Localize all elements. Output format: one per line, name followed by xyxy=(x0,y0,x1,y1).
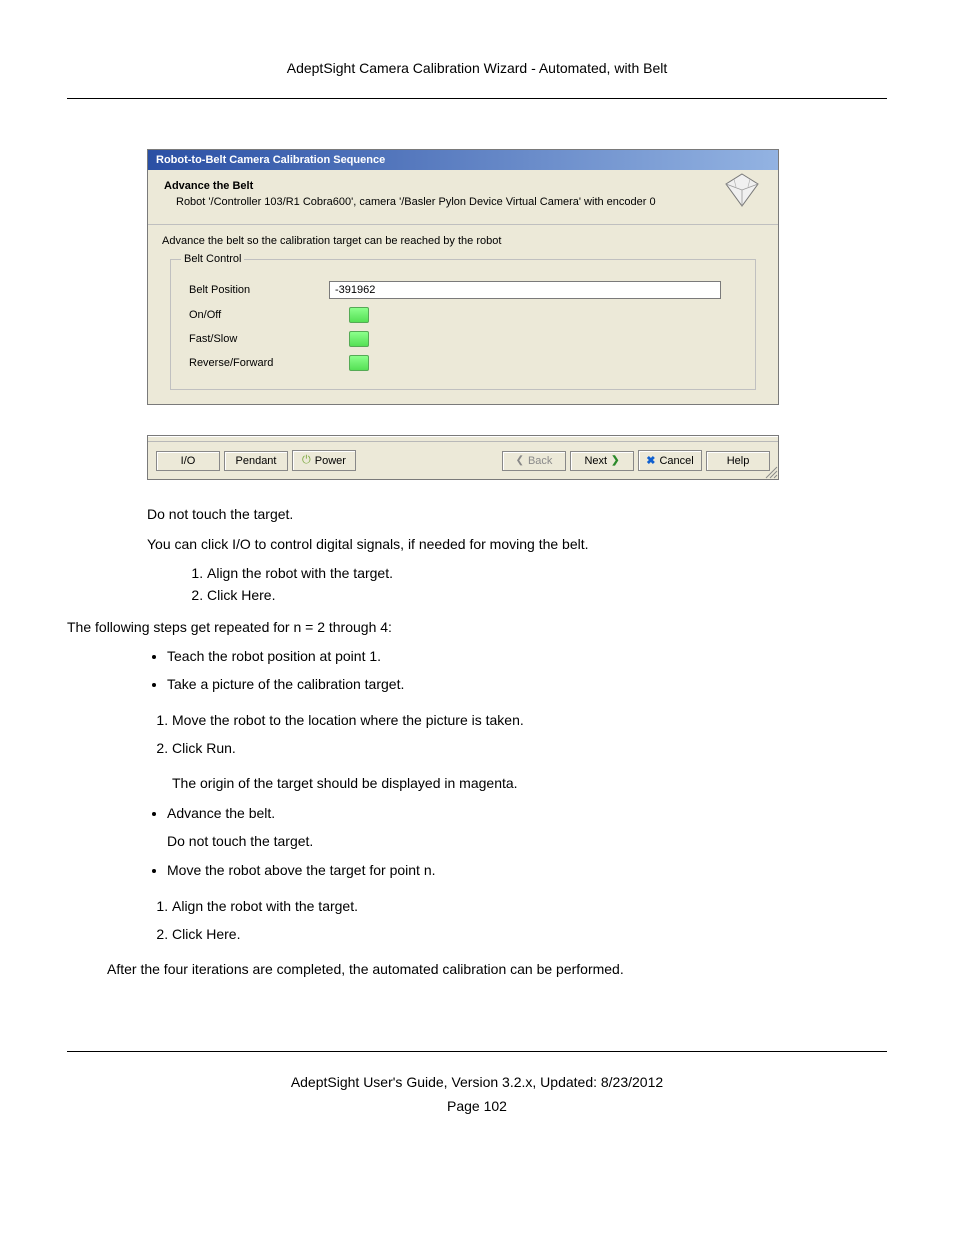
power-icon: ⏻ xyxy=(302,454,311,467)
bullet-list-3: Move the robot above the target for poin… xyxy=(67,860,887,882)
next-arrow-icon: ❯ xyxy=(611,455,619,466)
cancel-x-icon: ✖ xyxy=(646,454,655,467)
dialog-titlebar: Robot-to-Belt Camera Calibration Sequenc… xyxy=(148,150,778,170)
step-click-here-2: Click Here. xyxy=(172,924,887,946)
diamond-icon xyxy=(722,170,762,213)
bullet-list-2: Advance the belt. xyxy=(67,803,887,825)
li-move-above: Move the robot above the target for poin… xyxy=(167,860,887,882)
back-button[interactable]: ❮ Back xyxy=(502,451,566,471)
doc-section-full: The following steps get repeated for n =… xyxy=(67,617,887,981)
back-arrow-icon: ❮ xyxy=(516,455,524,466)
instruction-text: Advance the belt so the calibration targ… xyxy=(162,235,762,247)
p-after-four: After the four iterations are completed,… xyxy=(107,959,887,981)
move-above-steps: Align the robot with the target. Click H… xyxy=(152,896,887,945)
step-click-here: Click Here. xyxy=(207,585,887,607)
li-advance-belt: Advance the belt. xyxy=(167,803,887,825)
p-repeated: The following steps get repeated for n =… xyxy=(67,617,887,639)
header-rule xyxy=(67,98,887,99)
dialog-buttonbar-window: I/O Pendant ⏻ Power ❮ Back Next ❯ ✖ Canc… xyxy=(147,435,779,480)
help-button[interactable]: Help xyxy=(706,451,770,471)
resize-grip-icon[interactable] xyxy=(764,465,778,479)
dialog-window: Robot-to-Belt Camera Calibration Sequenc… xyxy=(147,149,779,405)
page-footer: AdeptSight User's Guide, Version 3.2.x, … xyxy=(67,1051,887,1114)
fastslow-label: Fast/Slow xyxy=(189,333,329,345)
footer-pagenum: Page 102 xyxy=(67,1098,887,1114)
cancel-button[interactable]: ✖ Cancel xyxy=(638,450,702,471)
step-align: Align the robot with the target. xyxy=(207,563,887,585)
page-header: AdeptSight Camera Calibration Wizard - A… xyxy=(67,60,887,90)
onoff-label: On/Off xyxy=(189,309,329,321)
p-do-not-touch: Do not touch the target. xyxy=(147,504,887,526)
separator xyxy=(148,224,778,225)
p-magenta: The origin of the target should be displ… xyxy=(172,773,887,795)
align-steps: Align the robot with the target. Click H… xyxy=(147,563,887,606)
li-teach: Teach the robot position at point 1. xyxy=(167,646,887,668)
onoff-indicator[interactable] xyxy=(349,307,369,323)
belt-control-legend: Belt Control xyxy=(181,253,244,265)
doc-section: Do not touch the target. You can click I… xyxy=(147,504,887,607)
footer-rule xyxy=(67,1051,887,1052)
power-button[interactable]: ⏻ Power xyxy=(292,450,356,471)
belt-position-input[interactable] xyxy=(329,281,721,299)
step-title: Advance the Belt xyxy=(164,180,764,192)
revfwd-indicator[interactable] xyxy=(349,355,369,371)
take-picture-steps: Move the robot to the location where the… xyxy=(152,710,887,759)
belt-control-fieldset: Belt Control Belt Position On/Off Fast/S… xyxy=(170,253,756,390)
p-click-io: You can click I/O to control digital sig… xyxy=(147,534,887,556)
p-dont-touch-2: Do not touch the target. xyxy=(167,831,887,853)
pendant-button[interactable]: Pendant xyxy=(224,451,288,471)
footer-guide: AdeptSight User's Guide, Version 3.2.x, … xyxy=(67,1074,887,1090)
step-click-run: Click Run. xyxy=(172,738,887,760)
belt-position-label: Belt Position xyxy=(189,284,329,296)
fastslow-indicator[interactable] xyxy=(349,331,369,347)
step-align-robot-2: Align the robot with the target. xyxy=(172,896,887,918)
step-move-robot: Move the robot to the location where the… xyxy=(172,710,887,732)
bullet-list: Teach the robot position at point 1. Tak… xyxy=(67,646,887,695)
revfwd-label: Reverse/Forward xyxy=(189,357,329,369)
step-subtitle: Robot '/Controller 103/R1 Cobra600', cam… xyxy=(176,196,764,208)
io-button[interactable]: I/O xyxy=(156,451,220,471)
next-button[interactable]: Next ❯ xyxy=(570,451,634,471)
li-take-picture: Take a picture of the calibration target… xyxy=(167,674,887,696)
